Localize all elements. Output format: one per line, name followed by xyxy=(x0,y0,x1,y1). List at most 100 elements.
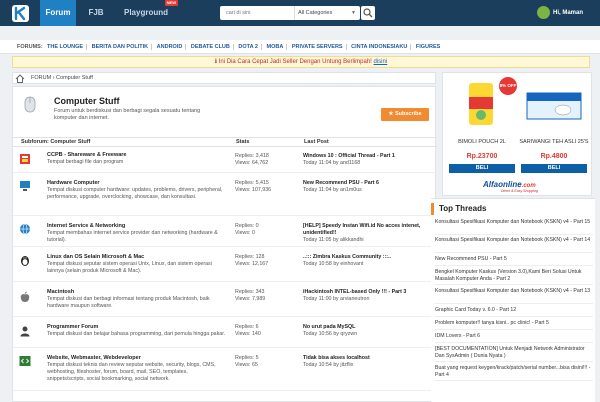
last-post-title[interactable]: Tidak bisa akses localhost xyxy=(303,355,433,362)
oil-pouch-image xyxy=(469,83,493,125)
sidebar-ad[interactable]: 8% OFF BIMOLI POUCH 2L SARIWANGI TEH ASL… xyxy=(442,72,592,196)
ad-product-price: Rp.23700 xyxy=(466,153,498,160)
tab-forum[interactable]: Forum xyxy=(40,0,76,26)
forum-header: Computer Stuff Forum untuk berdiskusi da… xyxy=(13,87,437,133)
top-thread-item[interactable]: [BEST DOCUMENTATION] Untuk Menjadi Netwo… xyxy=(435,346,593,362)
subforum-title[interactable]: Linux dan OS Selain Microsoft & Mac xyxy=(47,254,144,260)
table-row: Hardware Computer Tempat diskusi compute… xyxy=(13,174,437,216)
user-greeting[interactable]: Hi, Maman xyxy=(553,0,583,26)
top-navigation-bar: Forum FJB Playground NEW All Categories … xyxy=(0,0,600,26)
search-box: All Categories ▼ xyxy=(220,6,360,20)
ad-product-price: Rp.4800 xyxy=(540,153,568,160)
linux-icon xyxy=(19,254,31,266)
ad-product-bimoli[interactable]: 8% OFF xyxy=(447,77,517,137)
subforum-title[interactable]: Internet Service & Networking xyxy=(47,223,125,229)
last-post-title[interactable]: [HELP] Speedy Instan Wifi.id No acces in… xyxy=(303,223,433,237)
last-post-meta: Today 10:58 by einhovant xyxy=(303,261,364,267)
subscribe-button[interactable]: ★ Subscribe xyxy=(381,108,429,121)
views-count: Views: 0 xyxy=(235,230,255,236)
ad-product-name: SARIWANGI TEH ASLI 25'S xyxy=(519,139,589,145)
buy-button[interactable]: BELI xyxy=(521,164,587,173)
forum-link-berita-dan-politik[interactable]: BERITA DAN POLITIK xyxy=(88,44,153,50)
brand-tagline: Direct & Easy Shopping xyxy=(501,189,538,193)
last-post-meta: Today 11:00 by arvianeutron xyxy=(303,296,370,302)
top-thread-item[interactable]: Bengkel Komputer Kaskus (Version 3.0),Ka… xyxy=(435,269,593,285)
forum-quick-links: FORUMS: THE LOUNGE BERITA DAN POLITIK AN… xyxy=(0,40,600,54)
last-post-title[interactable]: ..::: Zimbra Kaskus Community :::.. xyxy=(303,254,433,261)
last-post-title[interactable]: iHackintosh INTEL-based Only !!! - Part … xyxy=(303,289,433,296)
last-post-meta: Today 11:05 by alikkandhi xyxy=(303,237,364,243)
mouse-icon xyxy=(24,96,36,113)
col-last-post: Last Post xyxy=(304,139,329,145)
forum-link-figures[interactable]: FIGURES xyxy=(413,44,443,50)
views-count: Views: 107,936 xyxy=(235,187,272,193)
search-input[interactable] xyxy=(220,6,292,20)
forum-link-debate-club[interactable]: DEBATE CLUB xyxy=(187,44,234,50)
replies-count: Replies: 3,418 xyxy=(235,153,269,159)
views-count: Views: 64,762 xyxy=(235,160,269,166)
forum-description: Forum untuk berdiskusi dan berbagi segal… xyxy=(54,108,201,121)
ad-product-sariwangi[interactable] xyxy=(519,77,589,137)
avatar[interactable] xyxy=(537,6,550,19)
last-post-meta: Today 11:04 by an1m0us xyxy=(303,187,362,193)
subforum-description: Tempat berbagi file dan program xyxy=(47,159,124,165)
hardware-icon xyxy=(19,180,31,192)
table-row: Programmer Forum Tempat diskusi dan bela… xyxy=(13,318,437,348)
forum-link-cinta-indonesiaku[interactable]: CINTA INDONESIAKU xyxy=(348,44,412,50)
forum-link-the-lounge[interactable]: THE LOUNGE xyxy=(44,44,88,50)
forum-link-private-servers[interactable]: PRIVATE SERVERS xyxy=(288,44,347,50)
table-row: Linux dan OS Selain Microsoft & Mac Temp… xyxy=(13,248,437,282)
tea-box-image xyxy=(526,92,582,120)
chevron-down-icon: ▼ xyxy=(351,10,356,16)
tab-playground[interactable]: Playground NEW xyxy=(118,0,178,26)
subforum-title[interactable]: Hardware Computer xyxy=(47,180,100,186)
table-row: CCPB - Shareware & Freeware Tempat berba… xyxy=(13,149,437,173)
forum-links: THE LOUNGE BERITA DAN POLITIK ANDROID DE… xyxy=(44,40,443,54)
top-thread-item[interactable]: IDM Lovers - Part 6 xyxy=(435,333,593,343)
forum-panel: Computer Stuff Forum untuk berdiskusi da… xyxy=(12,86,437,402)
tab-playground-label: Playground xyxy=(123,8,168,17)
buy-button[interactable]: BELI xyxy=(449,164,515,173)
table-row: Macintosh Tempat diskusi dan berbagi inf… xyxy=(13,283,437,317)
top-thread-item[interactable]: Konsultasi Spesifikasi Komputer dan Note… xyxy=(435,219,593,235)
table-row: Website, Webmaster, Webdeveloper Tempat … xyxy=(13,349,437,391)
replies-count: Replies: 0 xyxy=(235,223,259,229)
search-button[interactable] xyxy=(361,6,375,20)
top-threads: Top Threads Konsultasi Spesifikasi Kompu… xyxy=(431,198,595,402)
last-post-title[interactable]: New Recommend PSU - Part 6 xyxy=(303,180,433,187)
top-thread-item[interactable]: Konsultasi Spesifikasi Komputer dan Note… xyxy=(435,237,593,253)
top-thread-item[interactable]: New Recommend PSU - Part 5 xyxy=(435,256,593,266)
discount-badge: 8% OFF xyxy=(499,77,517,95)
replies-count: Replies: 5,415 xyxy=(235,180,269,186)
notice-link[interactable]: disini xyxy=(374,59,388,65)
breadcrumb-path[interactable]: FORUM › Computer Stuff xyxy=(31,73,93,83)
last-post-title[interactable]: Windows 10 : Official Thread - Part 1 xyxy=(303,153,433,160)
top-thread-item[interactable]: Problem komputer!! tanya kisni.. pc clin… xyxy=(435,320,593,330)
forum-link-dota-2[interactable]: DOTA 2 xyxy=(235,44,262,50)
subforum-title[interactable]: Website, Webmaster, Webdeveloper xyxy=(47,355,141,361)
search-category-select[interactable]: All Categories ▼ xyxy=(294,6,360,20)
ad-product-name: BIMOLI POUCH 2L xyxy=(458,139,506,145)
col-subforum: Subforum: Computer Stuff xyxy=(21,139,91,145)
top-thread-item[interactable]: Konsultasi Spesifikasi Komputer dan Note… xyxy=(435,288,593,304)
subforum-description: Tempat diskusi seputar sistem operasi Un… xyxy=(47,261,212,274)
top-thread-item[interactable]: Graphic Card Today v. 6.0 - Part 12 xyxy=(435,307,593,317)
top-thread-item[interactable]: Buat yang request keygen/krack/patch/ser… xyxy=(435,365,593,381)
replies-count: Replies: 6 xyxy=(235,324,259,330)
forum-link-android[interactable]: ANDROID xyxy=(153,44,187,50)
table-header: Subforum: Computer Stuff Stats Last Post xyxy=(13,137,437,147)
replies-count: Replies: 128 xyxy=(235,254,265,260)
tab-fjb[interactable]: FJB xyxy=(82,0,110,26)
subforum-title[interactable]: Macintosh xyxy=(47,289,74,295)
views-count: Views: 65 xyxy=(235,362,258,368)
last-post-title[interactable]: No urut pada MySQL xyxy=(303,324,433,331)
code-icon xyxy=(19,355,31,367)
subforum-title[interactable]: CCPB - Shareware & Freeware xyxy=(47,152,126,158)
search-category-value: All Categories xyxy=(298,10,333,16)
subforum-title[interactable]: Programmer Forum xyxy=(47,324,98,330)
forum-link-moba[interactable]: MOBA xyxy=(263,44,288,50)
programmer-icon xyxy=(19,325,31,337)
globe-icon xyxy=(19,223,31,235)
kaskus-logo[interactable] xyxy=(12,5,29,22)
home-icon[interactable] xyxy=(15,74,25,83)
